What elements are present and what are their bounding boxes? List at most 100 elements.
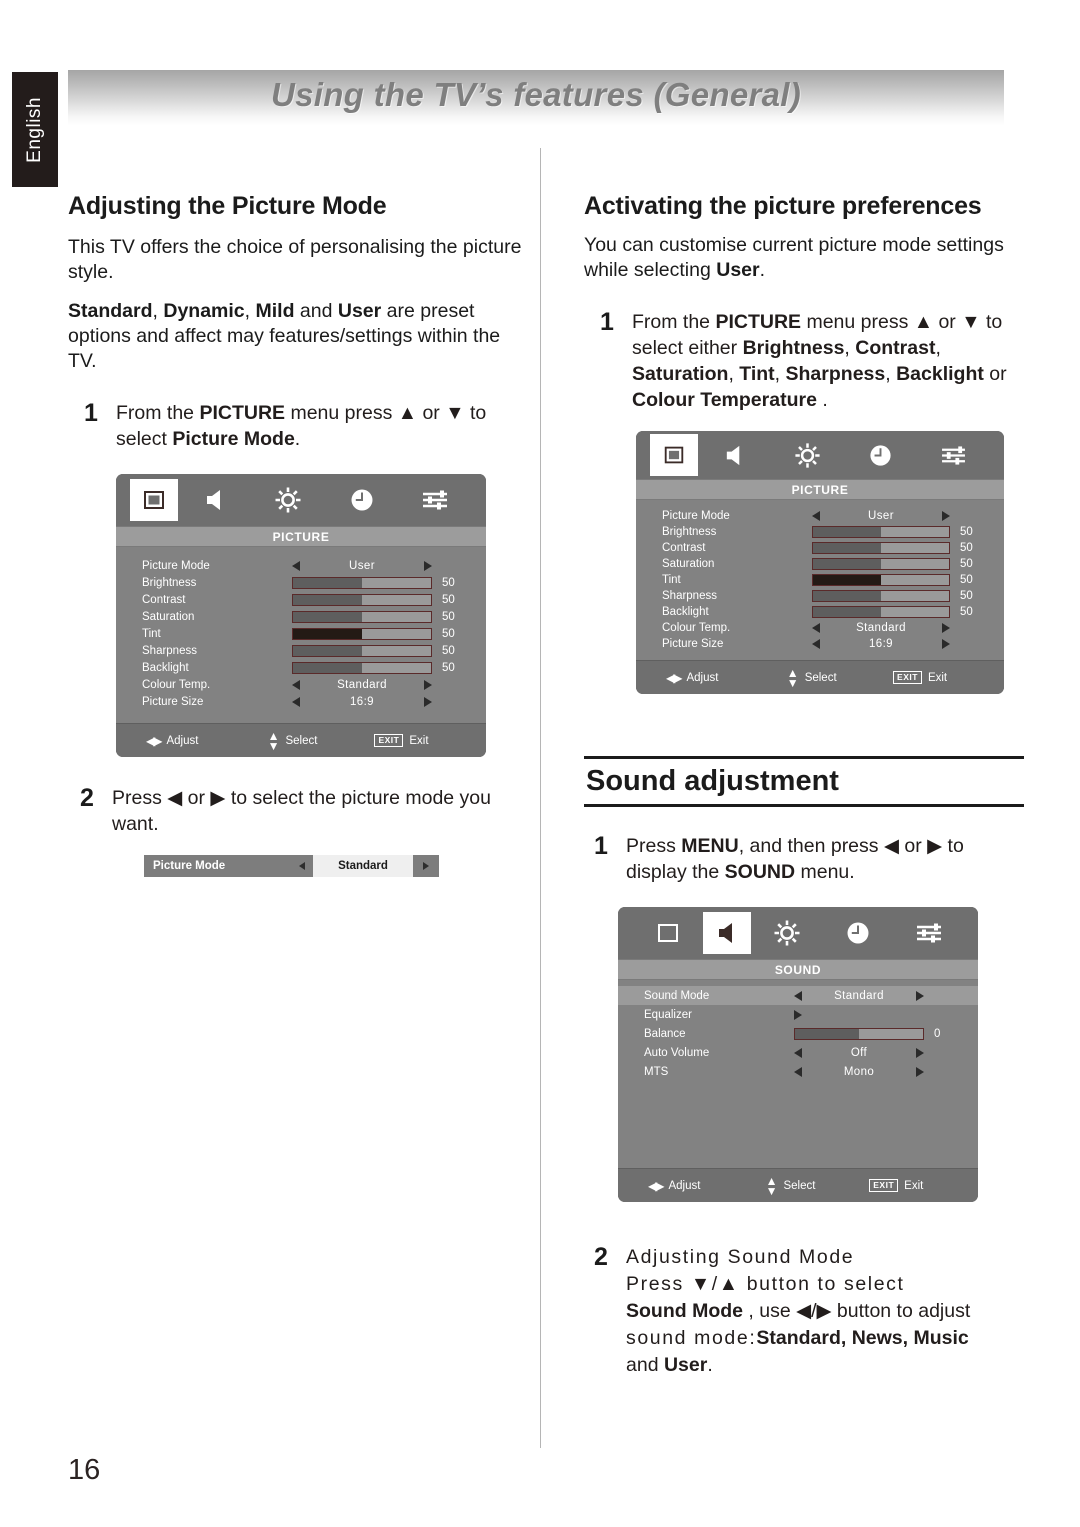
arrow-right-icon[interactable] xyxy=(942,623,950,633)
arrow-right-icon[interactable] xyxy=(424,560,432,571)
arrow-left-icon[interactable] xyxy=(794,1047,802,1058)
osd-row-saturation[interactable]: Saturation 50 xyxy=(116,608,486,625)
brightness-sun-icon[interactable] xyxy=(252,479,326,521)
sliders-icon[interactable] xyxy=(399,479,473,521)
arrow-right-icon[interactable] xyxy=(942,511,950,521)
osd-footer-select: ▲ ▼ Select xyxy=(786,665,837,690)
speaker-icon[interactable] xyxy=(703,912,751,954)
osd-icon-bar[interactable] xyxy=(636,431,1004,479)
picture-osd-menu-large[interactable]: PICTURE Picture Mode User Brightness 50 … xyxy=(116,474,486,757)
osd-row-mts[interactable]: MTS Mono xyxy=(618,1062,978,1081)
osd-row-tint[interactable]: Tint 50 xyxy=(116,625,486,642)
osd-footer: ◀▶ Adjust ▲ ▼ Select EXIT Exit xyxy=(636,660,1004,694)
sound-step-2-line-2: Press ▼/▲ button to select xyxy=(626,1273,905,1295)
arrow-left-icon[interactable] xyxy=(794,990,802,1001)
osd-row-picture-size[interactable]: Picture Size 16:9 xyxy=(116,693,486,710)
speaker-icon[interactable] xyxy=(698,434,771,476)
right-step-1: 1 From the PICTURE menu press ▲ or ▼ to … xyxy=(584,309,1024,413)
osd-row-auto-volume[interactable]: Auto Volume Off xyxy=(618,1043,978,1062)
picture-icon[interactable] xyxy=(650,434,698,476)
exit-key-icon: EXIT xyxy=(869,1179,899,1192)
arrow-right-icon[interactable] xyxy=(916,1066,924,1077)
osd-rows-container: Picture Mode User Brightness 50 Contrast… xyxy=(116,547,486,723)
contrast-slider[interactable] xyxy=(812,542,950,554)
arrow-left-icon[interactable] xyxy=(812,639,820,649)
osd-row-saturation[interactable]: Saturation 50 xyxy=(636,556,1004,572)
osd-footer-adjust: ◀▶ Adjust xyxy=(146,733,199,748)
saturation-slider[interactable] xyxy=(812,558,950,570)
left-step-2: 2 Press ◀ or ▶ to select the picture mod… xyxy=(68,785,523,837)
mini-bar-right-arrow[interactable] xyxy=(413,855,439,877)
osd-row-colour-temp[interactable]: Colour Temp. Standard xyxy=(116,676,486,693)
backlight-slider[interactable] xyxy=(812,606,950,618)
arrow-left-icon[interactable] xyxy=(812,623,820,633)
preset-mild: Mild xyxy=(255,300,295,322)
right-column: Activating the picture preferences You c… xyxy=(584,192,1024,1379)
arrow-left-icon[interactable] xyxy=(292,679,300,690)
brightness-sun-icon[interactable] xyxy=(771,434,844,476)
osd-row-brightness[interactable]: Brightness 50 xyxy=(116,574,486,591)
arrow-right-icon[interactable] xyxy=(424,696,432,707)
sound-step-2-line-4: sound mode:Standard, News, Music xyxy=(626,1327,969,1349)
osd-row-sharpness[interactable]: Sharpness 50 xyxy=(636,588,1004,604)
osd-footer-adjust: ◀▶ Adjust xyxy=(648,1178,701,1193)
arrow-left-icon[interactable] xyxy=(292,560,300,571)
clock-icon[interactable] xyxy=(325,479,399,521)
osd-row-picture-mode[interactable]: Picture Mode User xyxy=(116,557,486,574)
picture-osd-menu-compact[interactable]: PICTURE Picture Mode User Brightness 50 … xyxy=(636,431,1004,694)
osd-row-backlight[interactable]: Backlight 50 xyxy=(636,604,1004,620)
picture-mode-mini-bar[interactable]: Picture Mode Standard xyxy=(144,855,439,877)
speaker-icon[interactable] xyxy=(178,479,252,521)
right-lead-paragraph: You can customise current picture mode s… xyxy=(584,234,1004,281)
clock-icon[interactable] xyxy=(844,434,917,476)
osd-row-balance[interactable]: Balance 0 xyxy=(618,1024,978,1043)
contrast-slider[interactable] xyxy=(292,593,432,606)
osd-row-brightness[interactable]: Brightness 50 xyxy=(636,524,1004,540)
brightness-slider[interactable] xyxy=(292,576,432,589)
language-tab-label: English xyxy=(24,96,45,163)
sound-step-1-number: 1 xyxy=(594,832,608,860)
arrow-left-icon[interactable] xyxy=(299,862,305,870)
left-step-1-number: 1 xyxy=(84,399,98,427)
brightness-slider[interactable] xyxy=(812,526,950,538)
osd-row-colour-temp[interactable]: Colour Temp. Standard xyxy=(636,620,1004,636)
mini-bar-value: Standard xyxy=(313,855,413,877)
picture-icon[interactable] xyxy=(632,912,703,954)
sliders-icon[interactable] xyxy=(917,434,990,476)
osd-row-sound-mode[interactable]: Sound Mode Standard xyxy=(618,986,978,1005)
osd-row-picture-mode[interactable]: Picture Mode User xyxy=(636,508,1004,524)
sharpness-slider[interactable] xyxy=(812,590,950,602)
clock-icon[interactable] xyxy=(822,912,893,954)
arrow-right-icon[interactable] xyxy=(916,990,924,1001)
backlight-slider[interactable] xyxy=(292,661,432,674)
balance-slider[interactable] xyxy=(794,1027,924,1040)
sound-osd-menu[interactable]: SOUND Sound Mode Standard Equalizer Bala… xyxy=(618,907,978,1202)
osd-row-tint[interactable]: Tint 50 xyxy=(636,572,1004,588)
picture-icon[interactable] xyxy=(130,479,178,521)
brightness-sun-icon[interactable] xyxy=(751,912,822,954)
arrow-right-icon[interactable] xyxy=(794,1009,802,1020)
osd-icon-bar[interactable] xyxy=(116,474,486,526)
tint-slider[interactable] xyxy=(292,627,432,640)
sharpness-slider[interactable] xyxy=(292,644,432,657)
right-section-heading: Activating the picture preferences xyxy=(584,192,982,220)
arrow-right-icon[interactable] xyxy=(424,679,432,690)
osd-row-equalizer[interactable]: Equalizer xyxy=(618,1005,978,1024)
osd-icon-bar[interactable] xyxy=(618,907,978,959)
arrow-right-icon[interactable] xyxy=(942,639,950,649)
arrow-right-icon[interactable] xyxy=(423,862,429,870)
left-section-heading: Adjusting the Picture Mode xyxy=(68,192,387,220)
osd-row-contrast[interactable]: Contrast 50 xyxy=(636,540,1004,556)
osd-row-picture-size[interactable]: Picture Size 16:9 xyxy=(636,636,1004,652)
saturation-slider[interactable] xyxy=(292,610,432,623)
sliders-icon[interactable] xyxy=(893,912,964,954)
tint-slider[interactable] xyxy=(812,574,950,586)
page-title: Using the TV’s features (General) xyxy=(270,76,802,113)
arrow-left-icon[interactable] xyxy=(812,511,820,521)
arrow-right-icon[interactable] xyxy=(916,1047,924,1058)
osd-row-contrast[interactable]: Contrast 50 xyxy=(116,591,486,608)
osd-row-backlight[interactable]: Backlight 50 xyxy=(116,659,486,676)
arrow-left-icon[interactable] xyxy=(794,1066,802,1077)
osd-row-sharpness[interactable]: Sharpness 50 xyxy=(116,642,486,659)
arrow-left-icon[interactable] xyxy=(292,696,300,707)
